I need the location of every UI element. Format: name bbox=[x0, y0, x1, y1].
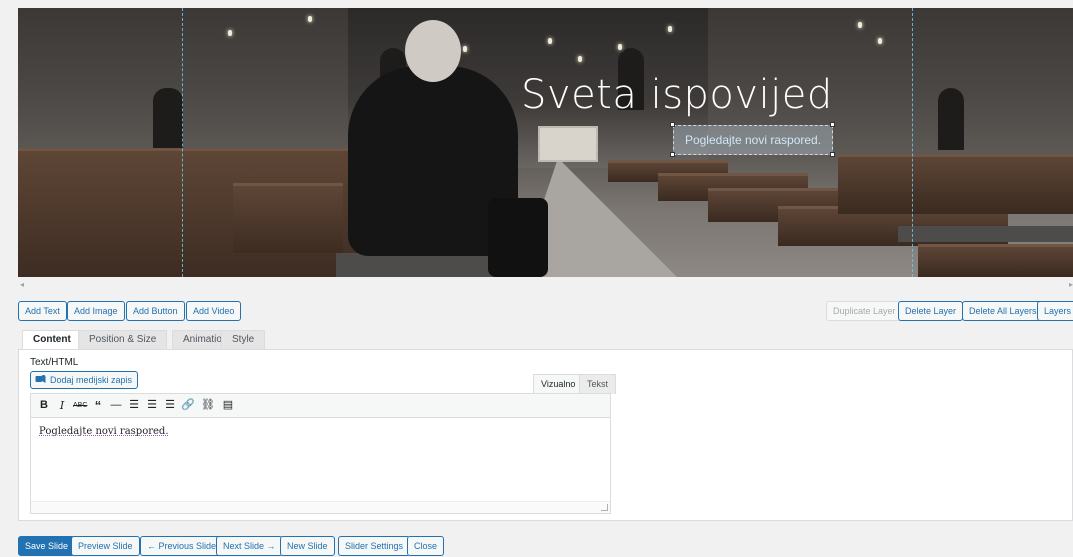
add-media-button[interactable]: Dodaj medijski zapis bbox=[30, 371, 139, 389]
tab-style[interactable]: Style bbox=[221, 330, 266, 349]
editor-content[interactable]: Pogledajte novi raspored. bbox=[39, 426, 169, 437]
background-photo-lamp bbox=[548, 38, 552, 44]
toolbar-toggle-icon[interactable]: ▤ bbox=[221, 398, 235, 413]
layout-guide-line bbox=[912, 8, 913, 277]
add-media-label: Dodaj medijski zapis bbox=[50, 375, 133, 385]
background-photo-lamp bbox=[668, 26, 672, 32]
background-photo-pew bbox=[838, 154, 1073, 214]
background-photo-seat bbox=[336, 253, 496, 277]
background-photo-pew bbox=[233, 183, 343, 253]
layout-guide-line bbox=[182, 8, 183, 277]
tab-content[interactable]: Content bbox=[22, 330, 82, 350]
tab-visual[interactable]: Vizualno bbox=[533, 374, 584, 394]
scroll-right-arrow-icon[interactable]: ▸ bbox=[1069, 280, 1073, 289]
background-photo-lamp bbox=[618, 44, 622, 50]
horizontal-line-icon[interactable]: — bbox=[109, 398, 123, 413]
add-button-button[interactable]: Add Button bbox=[126, 301, 185, 321]
background-photo-man-head bbox=[405, 20, 461, 82]
tab-position-size[interactable]: Position & Size bbox=[78, 330, 168, 349]
scroll-left-arrow-icon[interactable]: ◂ bbox=[20, 280, 24, 289]
text-html-label: Text/HTML bbox=[30, 357, 79, 368]
align-right-icon[interactable]: ☰ bbox=[163, 398, 177, 413]
background-photo-lamp bbox=[228, 30, 232, 36]
next-slide-button[interactable]: Next Slide → bbox=[216, 536, 283, 556]
preview-horizontal-scrollbar[interactable]: ◂ ▸ bbox=[18, 280, 1073, 290]
slide-title-layer[interactable]: Sveta ispovijed bbox=[521, 72, 833, 118]
slide-editor-page: Sveta ispovijed Pogledajte novi raspored… bbox=[0, 0, 1073, 557]
background-photo-altar bbox=[538, 126, 598, 162]
add-image-button[interactable]: Add Image bbox=[67, 301, 125, 321]
background-photo-lamp bbox=[858, 22, 862, 28]
bold-icon[interactable]: B bbox=[37, 398, 51, 413]
italic-icon[interactable]: I bbox=[55, 398, 69, 413]
media-icon bbox=[35, 375, 46, 383]
background-photo-lamp bbox=[308, 16, 312, 22]
background-photo-lamp bbox=[878, 38, 882, 44]
slider-settings-button[interactable]: Slider Settings bbox=[338, 536, 411, 556]
slide-link-layer[interactable]: Pogledajte novi raspored. bbox=[673, 125, 833, 155]
resize-handle[interactable] bbox=[670, 122, 675, 127]
background-photo-pew bbox=[918, 244, 1073, 277]
align-center-icon[interactable]: ☰ bbox=[145, 398, 159, 413]
add-video-button[interactable]: Add Video bbox=[186, 301, 242, 321]
background-photo-arch bbox=[153, 88, 183, 150]
editor-status-bar bbox=[31, 501, 610, 513]
blockquote-icon[interactable]: “ bbox=[91, 398, 105, 413]
delete-all-layers-button[interactable]: Delete All Layers bbox=[962, 301, 1044, 321]
editor-resize-handle[interactable] bbox=[601, 504, 608, 511]
save-slide-button[interactable]: Save Slide bbox=[18, 536, 76, 556]
align-left-icon[interactable]: ☰ bbox=[127, 398, 141, 413]
background-photo-lamp bbox=[463, 46, 467, 52]
layers-button[interactable]: Layers bbox=[1037, 301, 1073, 321]
background-photo-man-leg bbox=[488, 198, 548, 277]
new-slide-button[interactable]: New Slide bbox=[280, 536, 335, 556]
background-photo-seat bbox=[898, 226, 1073, 242]
resize-handle[interactable] bbox=[670, 152, 675, 157]
resize-handle[interactable] bbox=[830, 122, 835, 127]
link-icon[interactable]: 🔗 bbox=[181, 398, 195, 413]
editor-toolbar: B I ABC “ — ☰ ☰ ☰ 🔗 ⛓ ▤ bbox=[31, 394, 610, 418]
background-photo-lamp bbox=[578, 56, 582, 62]
slide-preview-canvas[interactable]: Sveta ispovijed Pogledajte novi raspored… bbox=[18, 8, 1073, 277]
unlink-icon[interactable]: ⛓ bbox=[201, 398, 215, 413]
resize-handle[interactable] bbox=[830, 152, 835, 157]
add-text-button[interactable]: Add Text bbox=[18, 301, 67, 321]
wysiwyg-editor[interactable]: B I ABC “ — ☰ ☰ ☰ 🔗 ⛓ ▤ Pogledajte novi … bbox=[30, 393, 611, 514]
previous-slide-button[interactable]: ← Previous Slide bbox=[140, 536, 224, 556]
strikethrough-icon[interactable]: ABC bbox=[73, 398, 87, 413]
background-photo-arch bbox=[938, 88, 964, 150]
tab-text[interactable]: Tekst bbox=[579, 374, 617, 394]
close-button[interactable]: Close bbox=[407, 536, 445, 556]
preview-slide-button[interactable]: Preview Slide bbox=[71, 536, 140, 556]
delete-layer-button[interactable]: Delete Layer bbox=[898, 301, 964, 321]
duplicate-layer-button[interactable]: Duplicate Layer bbox=[826, 301, 903, 321]
